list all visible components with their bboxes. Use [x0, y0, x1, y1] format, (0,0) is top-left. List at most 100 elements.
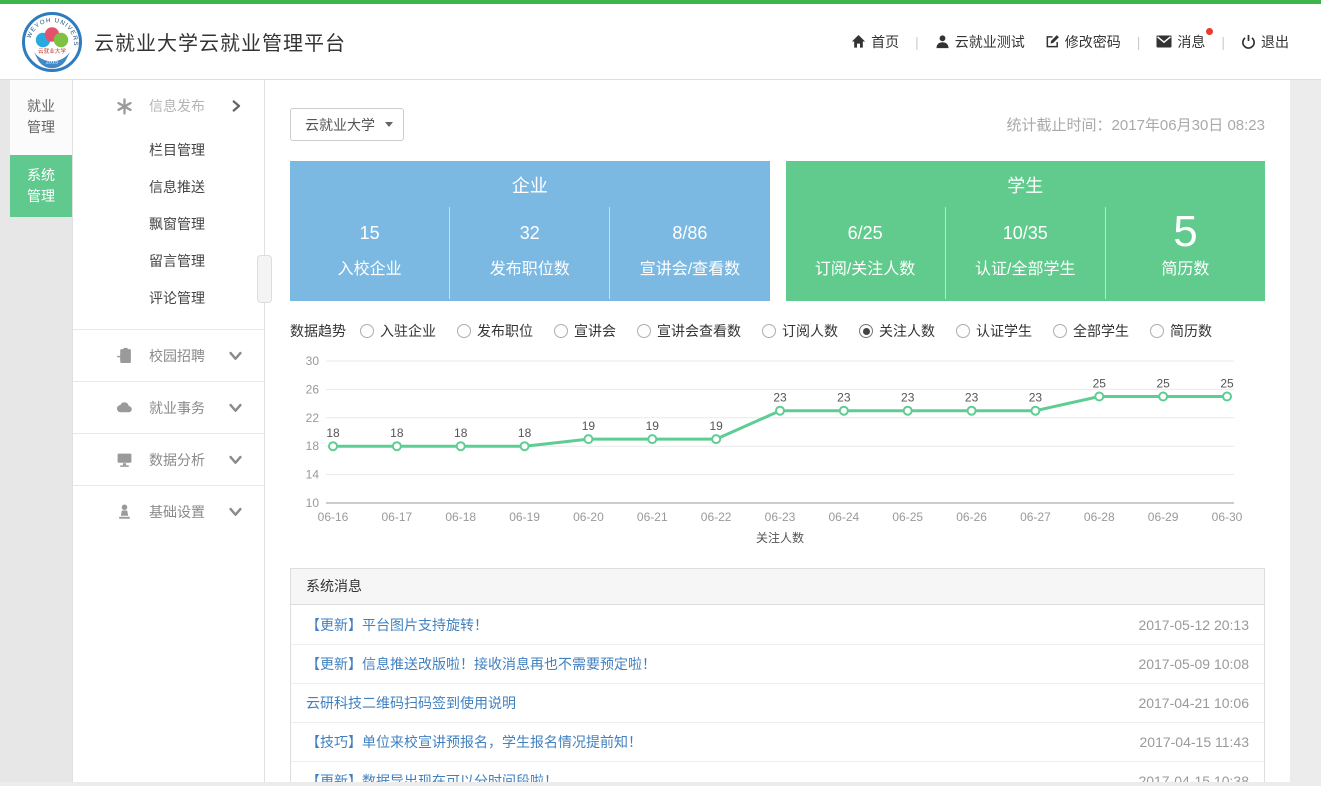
sidebar-collapse-handle[interactable]	[257, 255, 272, 303]
menu-group-info-publish[interactable]: 信息发布	[73, 80, 264, 132]
system-messages-panel: 系统消息 【更新】平台图片支持旋转！ 2017-05-12 20:13 【更新】…	[290, 568, 1265, 782]
svg-text:23: 23	[773, 391, 787, 405]
svg-text:23: 23	[1029, 391, 1043, 405]
svg-text:06-30: 06-30	[1212, 510, 1243, 524]
menu-group-label: 就业事务	[149, 398, 229, 418]
nav-change-password[interactable]: 修改密码	[1035, 32, 1131, 52]
trend-group-label: 数据趋势	[290, 321, 346, 341]
svg-text:22: 22	[306, 411, 320, 425]
card-title: 学生	[786, 172, 1266, 198]
tab-employment-management[interactable]: 就业 管理	[10, 80, 72, 155]
top-header: WEYOH UNIVERSITY 云就业大学 2015 云就业大学云就业管理平台…	[0, 0, 1321, 80]
stat-label: 入校企业	[290, 255, 449, 279]
menu-item-popup-management[interactable]: 飘窗管理	[73, 206, 264, 243]
menu-item-message-management[interactable]: 留言管理	[73, 243, 264, 280]
stat-label: 订阅/关注人数	[786, 255, 945, 279]
trend-radio-group: 数据趋势 入驻企业 发布职位 宣讲会 宣讲会查看数 订阅人数 关注人数 认证学生…	[290, 321, 1265, 341]
trend-option-all-students[interactable]: 全部学生	[1053, 321, 1129, 341]
stat-value: 32	[450, 207, 609, 253]
svg-text:06-28: 06-28	[1084, 510, 1115, 524]
svg-text:19: 19	[709, 419, 723, 433]
radio-icon	[637, 324, 651, 338]
stat-positions: 32 发布职位数	[449, 207, 609, 299]
radio-icon	[762, 324, 776, 338]
svg-text:23: 23	[837, 391, 851, 405]
message-link[interactable]: 【技巧】单位来校宣讲预报名，学生报名情况提前知！	[306, 732, 642, 752]
page-title: 云就业大学云就业管理平台	[94, 27, 346, 56]
trend-option-enterprises[interactable]: 入驻企业	[360, 321, 436, 341]
stats-deadline: 统计截止时间：2017年06月30日 08:23	[1007, 114, 1265, 135]
menu-item-info-push[interactable]: 信息推送	[73, 169, 264, 206]
message-date: 2017-05-12 20:13	[1138, 617, 1249, 633]
tab-system-management[interactable]: 系统 管理	[10, 155, 72, 217]
clipboard-icon	[116, 347, 133, 364]
chevron-down-icon	[229, 505, 242, 518]
menu-group-basic-settings[interactable]: 基础设置	[73, 485, 264, 537]
svg-text:06-23: 06-23	[765, 510, 796, 524]
nav-change-password-label: 修改密码	[1065, 32, 1121, 52]
school-select[interactable]: 云就业大学	[290, 108, 404, 141]
radio-label: 订阅人数	[782, 321, 838, 341]
message-link[interactable]: 【更新】平台图片支持旋转！	[306, 615, 488, 635]
trend-chart: 10141822263006-1606-1706-1806-1906-2006-…	[290, 349, 1265, 552]
svg-text:06-29: 06-29	[1148, 510, 1179, 524]
stat-value: 8/86	[610, 207, 769, 253]
svg-text:06-25: 06-25	[892, 510, 923, 524]
svg-text:18: 18	[326, 426, 340, 440]
trend-option-positions[interactable]: 发布职位	[457, 321, 533, 341]
svg-text:06-19: 06-19	[509, 510, 540, 524]
menu-group-campus-recruitment[interactable]: 校园招聘	[73, 329, 264, 381]
trend-option-followers[interactable]: 关注人数	[859, 321, 935, 341]
nav-logout-label: 退出	[1261, 32, 1289, 52]
radio-label: 认证学生	[976, 321, 1032, 341]
stat-enterprises: 15 入校企业	[290, 207, 449, 299]
trend-option-certified-students[interactable]: 认证学生	[956, 321, 1032, 341]
menu-submenu-info-publish: 栏目管理 信息推送 飘窗管理 留言管理 评论管理	[73, 132, 264, 329]
nav-account[interactable]: 云就业测试	[925, 32, 1035, 52]
stat-certified-students: 10/35 认证/全部学生	[945, 207, 1105, 299]
power-icon	[1241, 34, 1256, 49]
school-select-value: 云就业大学	[305, 115, 375, 135]
radio-label: 关注人数	[879, 321, 935, 341]
radio-icon	[1053, 324, 1067, 338]
radio-label: 简历数	[1170, 321, 1212, 341]
nav-messages-label: 消息	[1177, 32, 1205, 52]
menu-group-data-analysis[interactable]: 数据分析	[73, 433, 264, 485]
chevron-down-icon	[229, 453, 242, 466]
radio-icon	[956, 324, 970, 338]
menu-item-column-management[interactable]: 栏目管理	[73, 132, 264, 169]
svg-text:19: 19	[646, 419, 660, 433]
trend-option-subscribers[interactable]: 订阅人数	[762, 321, 838, 341]
message-link[interactable]: 云研科技二维码扫码签到使用说明	[306, 693, 516, 713]
chevron-right-icon	[230, 100, 242, 112]
trend-option-info-sessions[interactable]: 宣讲会	[554, 321, 616, 341]
svg-text:18: 18	[390, 426, 404, 440]
message-link[interactable]: 【更新】数据导出现在可以分时间段啦！	[306, 771, 558, 782]
svg-text:14: 14	[306, 468, 320, 482]
menu-item-comment-management[interactable]: 评论管理	[73, 280, 264, 317]
message-date: 2017-04-15 11:43	[1140, 734, 1250, 750]
trend-option-session-views[interactable]: 宣讲会查看数	[637, 321, 741, 341]
tab-label: 就业	[10, 96, 72, 117]
stat-label: 发布职位数	[450, 255, 609, 279]
nav-separator: |	[909, 34, 925, 50]
svg-text:06-16: 06-16	[318, 510, 349, 524]
svg-text:06-20: 06-20	[573, 510, 604, 524]
menu-group-employment-affairs[interactable]: 就业事务	[73, 381, 264, 433]
nav-messages[interactable]: 消息	[1146, 32, 1215, 52]
message-date: 2017-05-09 10:08	[1138, 656, 1249, 672]
message-link[interactable]: 【更新】信息推送改版啦！接收消息再也不需要预定啦！	[306, 654, 656, 674]
message-date: 2017-04-21 10:06	[1138, 695, 1249, 711]
mail-icon	[1156, 35, 1172, 48]
svg-text:25: 25	[1156, 377, 1170, 391]
nav-home[interactable]: 首页	[841, 32, 909, 52]
trend-option-resumes[interactable]: 简历数	[1150, 321, 1212, 341]
nav-logout[interactable]: 退出	[1231, 32, 1299, 52]
svg-text:26: 26	[306, 382, 320, 396]
svg-text:18: 18	[306, 439, 320, 453]
chevron-down-icon	[229, 401, 242, 414]
svg-text:06-24: 06-24	[829, 510, 860, 524]
nav-separator: |	[1131, 34, 1147, 50]
radio-icon	[457, 324, 471, 338]
logo-name-text: 云就业大学	[38, 47, 66, 55]
